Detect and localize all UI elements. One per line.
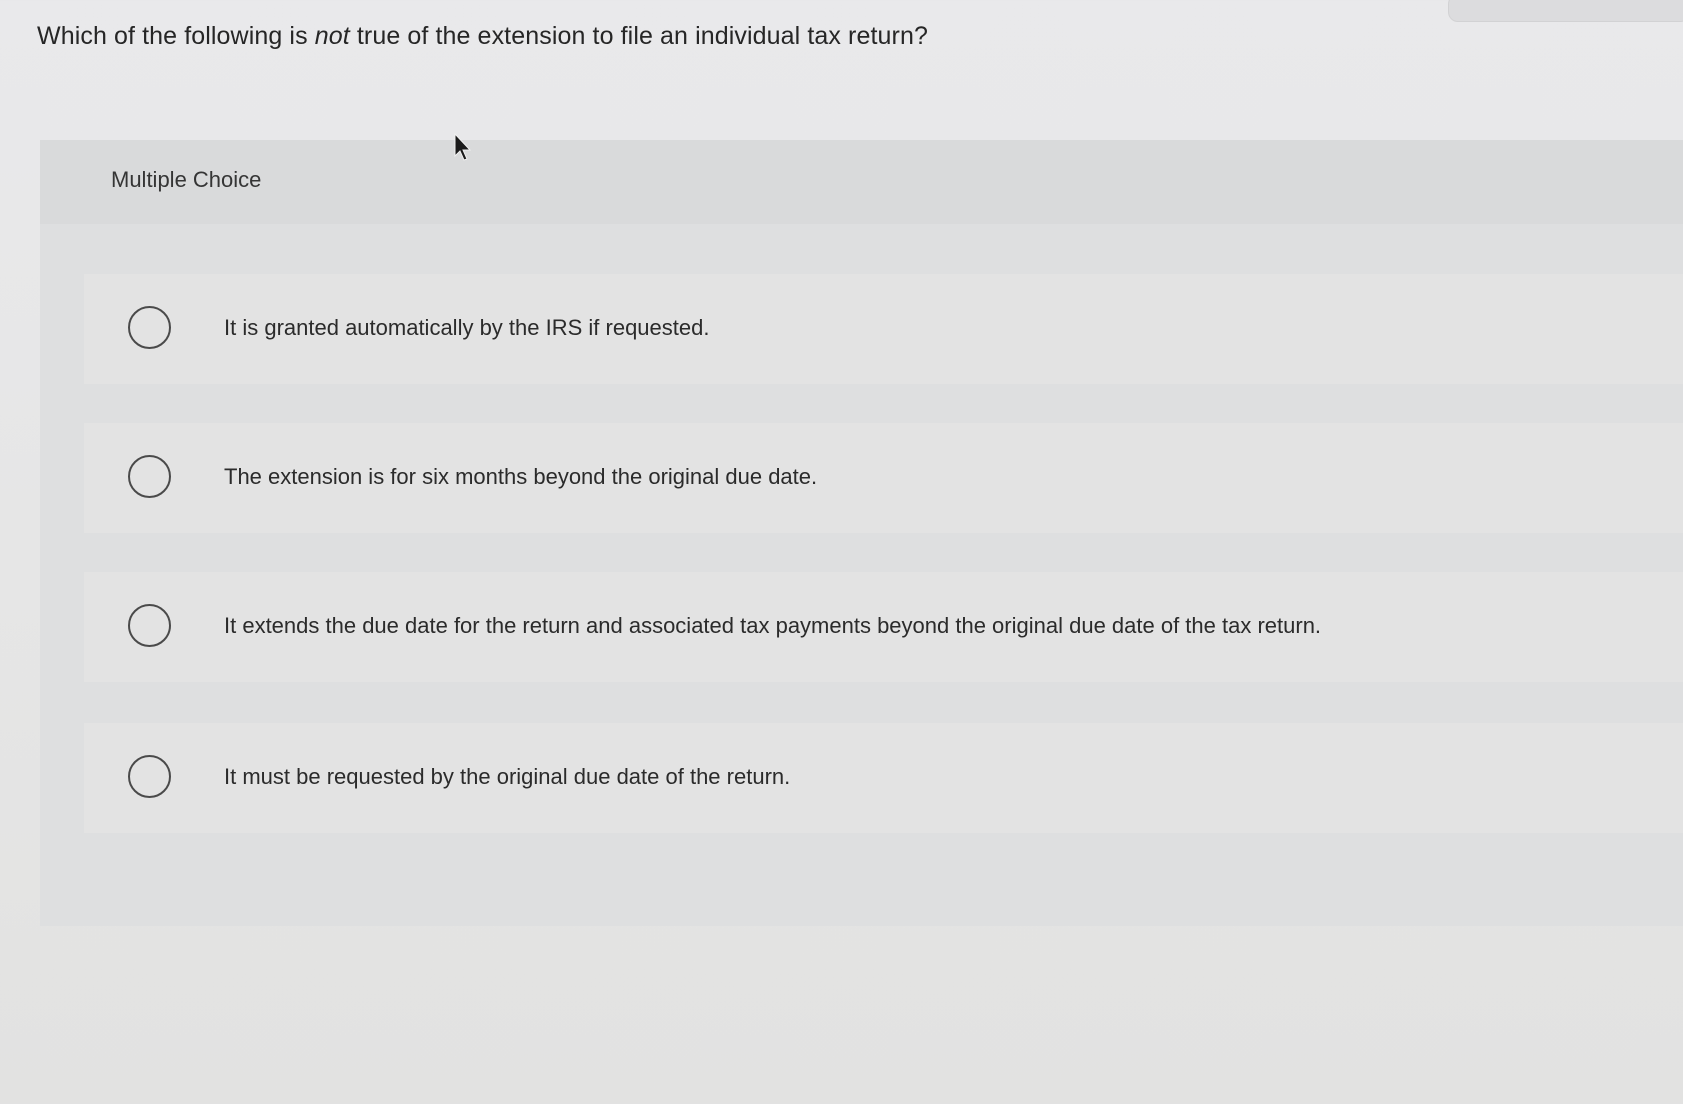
answer-option-text: The extension is for six months beyond t… [224, 464, 818, 489]
answer-option-text: It extends the due date for the return a… [224, 613, 1322, 638]
mouse-pointer-icon [454, 133, 472, 161]
question-prompt: Which of the following is not true of th… [37, 22, 928, 51]
multiple-choice-label: Multiple Choice [111, 167, 262, 192]
question-text-after: true of the extension to file an individ… [349, 22, 928, 50]
top-right-tab [1448, 0, 1683, 22]
question-emphasis: not [314, 22, 350, 50]
answer-option-4[interactable]: It must be requested by the original due… [84, 723, 1683, 833]
question-text-before: Which of the following is [37, 22, 315, 50]
answer-option-text: It is granted automatically by the IRS i… [224, 315, 710, 340]
radio-button-icon[interactable] [128, 455, 171, 498]
answer-option-3[interactable]: It extends the due date for the return a… [84, 572, 1683, 682]
radio-button-icon[interactable] [128, 755, 171, 798]
answer-option-2[interactable]: The extension is for six months beyond t… [84, 423, 1683, 533]
radio-button-icon[interactable] [128, 306, 171, 349]
answer-option-text: It must be requested by the original due… [224, 764, 791, 789]
answer-option-1[interactable]: It is granted automatically by the IRS i… [84, 274, 1683, 384]
multiple-choice-panel: Multiple Choice It is granted automatica… [40, 140, 1683, 926]
multiple-choice-header: Multiple Choice [40, 140, 1683, 224]
radio-button-icon[interactable] [128, 604, 171, 647]
